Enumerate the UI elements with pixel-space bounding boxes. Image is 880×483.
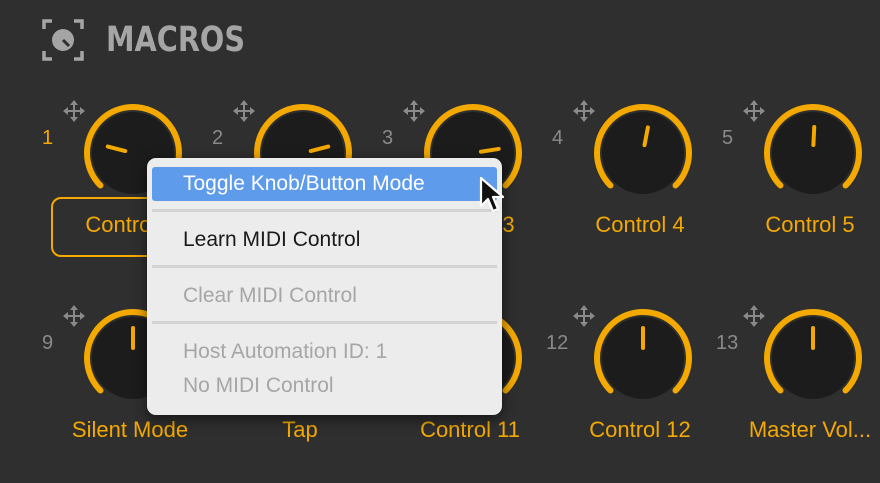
menu-item-clear-midi-control: Clear MIDI Control: [183, 284, 357, 307]
macro-knob[interactable]: [758, 98, 868, 208]
context-menu: Toggle Knob/Button Mode Learn MIDI Contr…: [147, 158, 502, 415]
macro-number: 1: [42, 127, 54, 149]
macro-number: 5: [722, 127, 734, 149]
macro-number: 3: [382, 127, 394, 149]
knob-frame-icon: [42, 19, 84, 61]
menu-separator: [152, 321, 497, 324]
macro-1: 1 Control 1: [0, 98, 182, 278]
macro-12: 12 Control 12: [510, 303, 692, 483]
macro-5: 5 Control 5: [680, 98, 862, 278]
menu-item-host-automation-id: Host Automation ID: 1: [183, 340, 388, 363]
menu-separator: [152, 265, 497, 268]
menu-item-learn-midi-control[interactable]: Learn MIDI Control: [147, 223, 502, 257]
macro-number: 12: [546, 332, 569, 354]
knob-pointer: [811, 125, 817, 148]
macro-number: 9: [42, 332, 54, 354]
macro-knob[interactable]: [758, 303, 868, 413]
macro-number: 2: [212, 127, 224, 149]
macro-number: 4: [552, 127, 564, 149]
page-title: MACROS: [106, 20, 246, 60]
menu-separator: [152, 209, 497, 212]
knob-body: [602, 112, 684, 194]
macro-label[interactable]: Master Vol...: [725, 417, 880, 443]
macro-13: 13 Master Vol...: [680, 303, 871, 483]
macros-header: MACROS: [42, 18, 276, 62]
macro-number: 13: [716, 332, 739, 354]
knob-pointer: [478, 146, 501, 154]
macro-9: 9 Silent Mode: [0, 303, 188, 483]
menu-item-no-midi-control: No MIDI Control: [183, 374, 334, 397]
mouse-pointer-icon: [479, 176, 504, 213]
macro-4: 4 Control 4: [510, 98, 692, 278]
menu-item-toggle-knob-button-mode[interactable]: Toggle Knob/Button Mode: [152, 167, 497, 201]
macro-label[interactable]: Control 5: [725, 212, 880, 238]
knob-body: [772, 112, 854, 194]
